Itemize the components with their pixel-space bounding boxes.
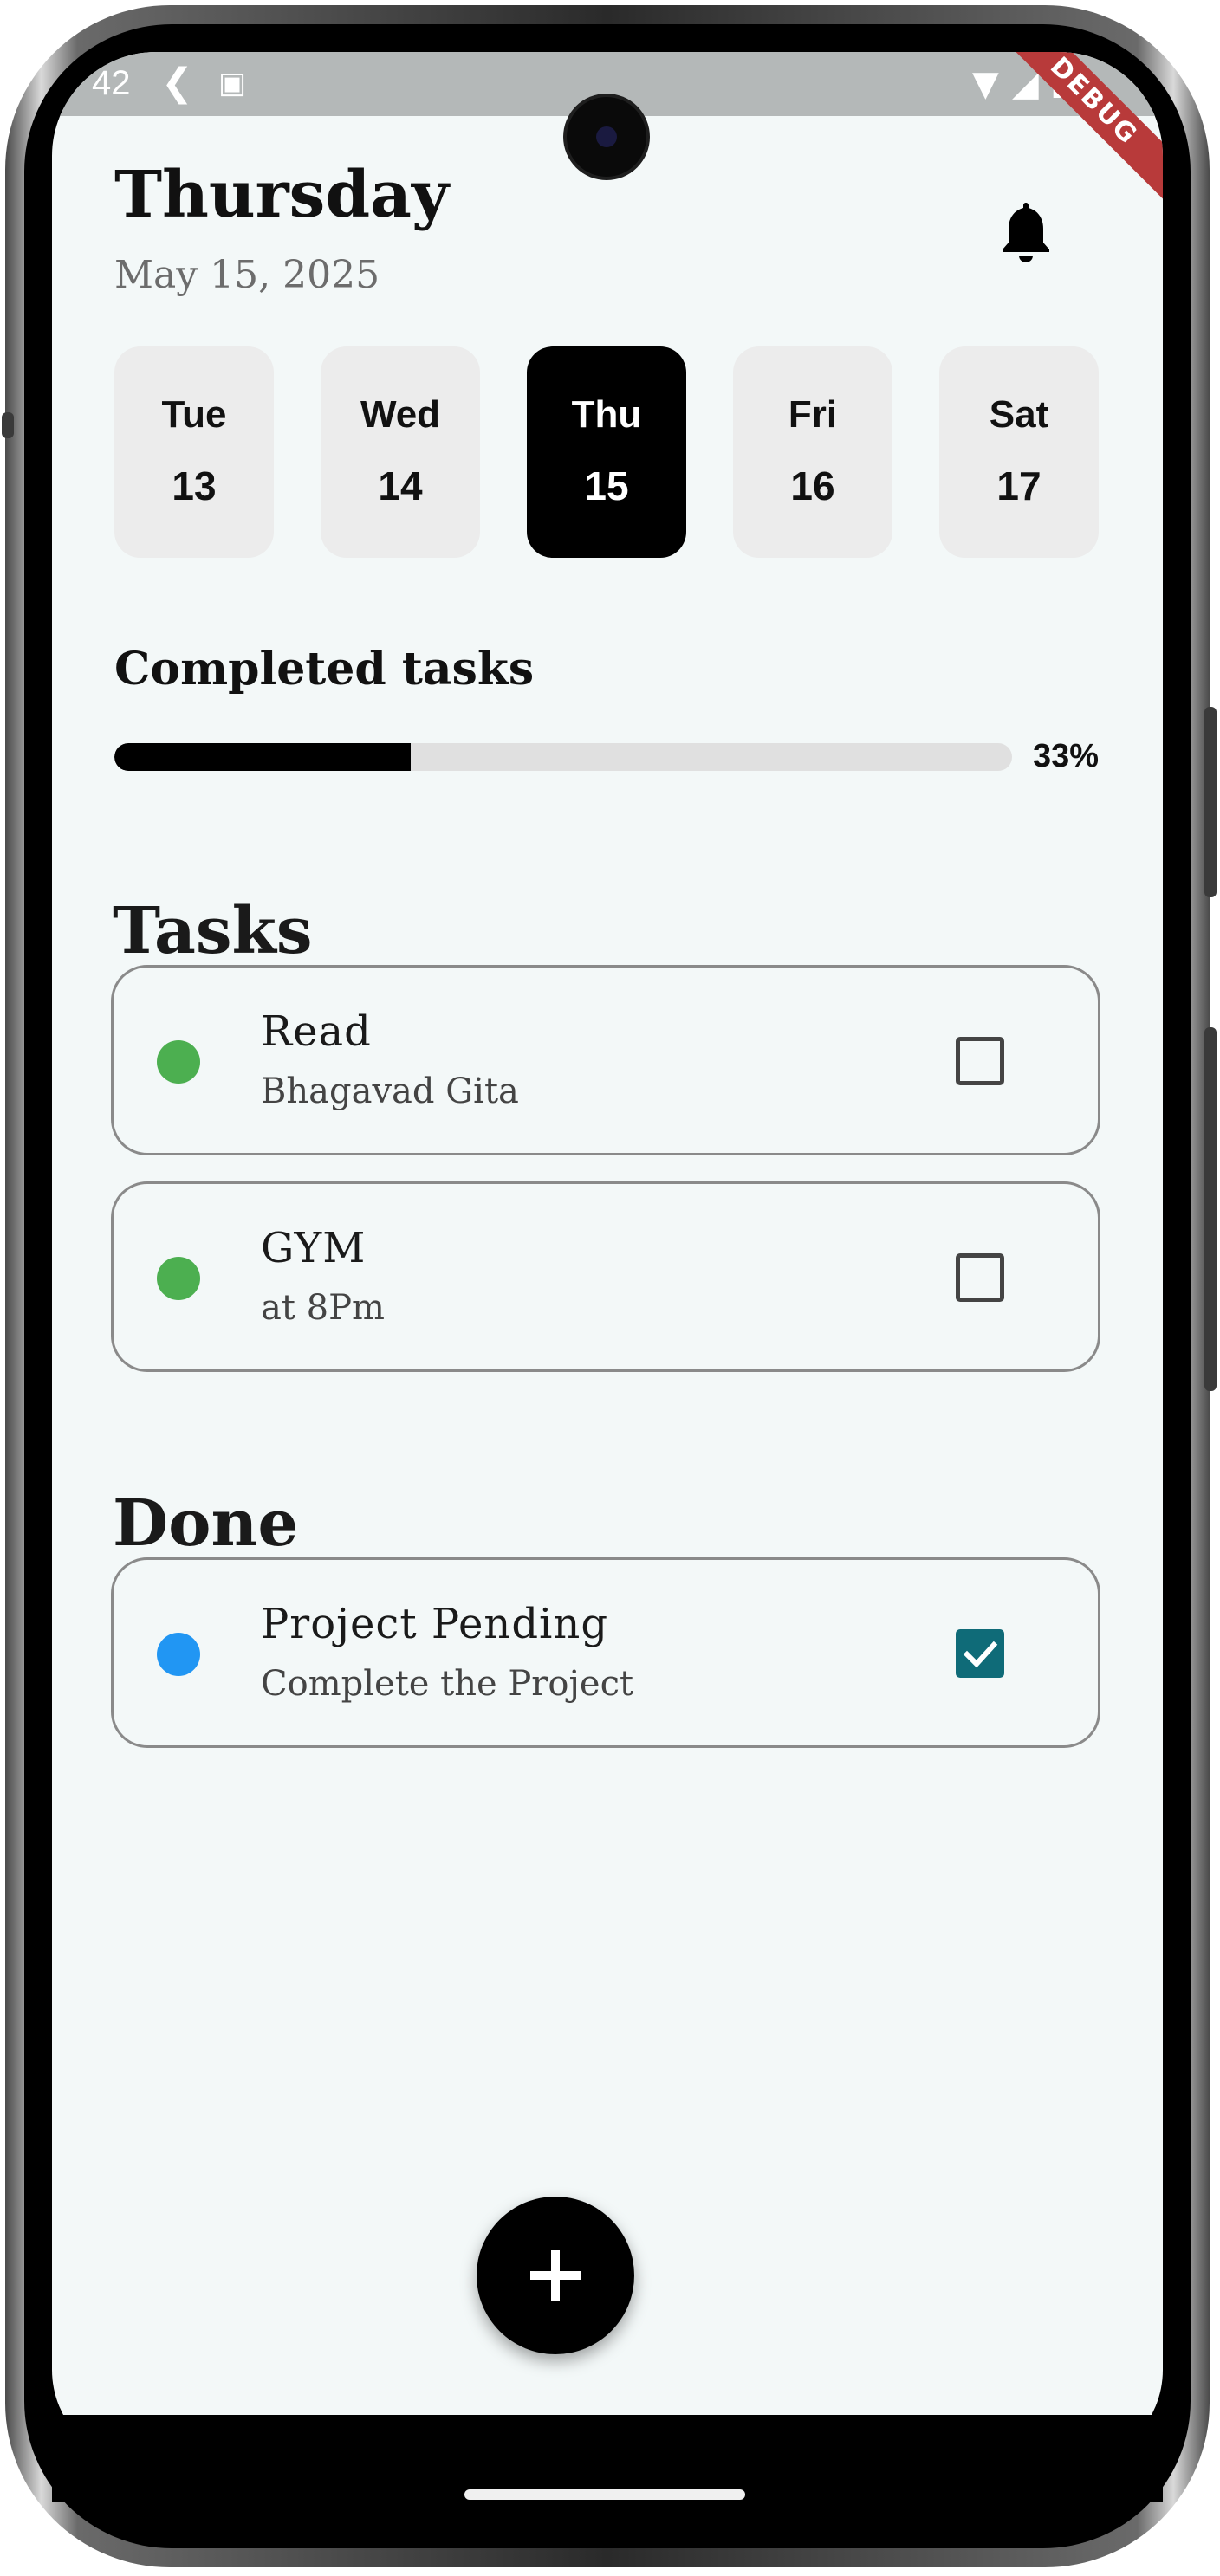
- day-number: 16: [790, 463, 835, 508]
- progress-bar: [114, 743, 1012, 771]
- day-thu[interactable]: Thu 15: [527, 346, 686, 558]
- done-heading: Done: [113, 1486, 299, 1561]
- task-subtitle: Complete the Project: [261, 1664, 634, 1704]
- app-screen: 42 ❮ ▣ ▼ ◢ ▮ DEBUG Thursday May 15, 2025…: [52, 52, 1163, 2465]
- volume-button: [1204, 707, 1217, 897]
- status-time: 42: [92, 64, 131, 102]
- day-selector: Tue 13 Wed 14 Thu 15 Fri 16 Sat 17: [114, 346, 1102, 558]
- page-title: Thursday: [114, 158, 450, 232]
- task-card[interactable]: Read Bhagavad Gita: [111, 965, 1100, 1155]
- day-name: Thu: [571, 393, 642, 436]
- task-checkbox[interactable]: [956, 1037, 1004, 1085]
- status-dot: [157, 1633, 200, 1676]
- task-checkbox[interactable]: [956, 1629, 1004, 1678]
- day-fri[interactable]: Fri 16: [733, 346, 892, 558]
- check-icon: [963, 1641, 998, 1668]
- day-name: Fri: [788, 393, 838, 436]
- progress-fill: [114, 743, 411, 771]
- plus-icon: [530, 2250, 581, 2301]
- day-number: 14: [378, 463, 423, 508]
- day-number: 15: [584, 463, 629, 508]
- home-indicator[interactable]: [464, 2489, 745, 2500]
- task-title: GYM: [261, 1224, 367, 1272]
- task-checkbox[interactable]: [956, 1253, 1004, 1302]
- day-name: Sat: [989, 393, 1049, 436]
- notification-icon: ▣: [218, 66, 247, 100]
- add-task-button[interactable]: [477, 2197, 634, 2354]
- status-dot: [157, 1040, 200, 1084]
- day-number: 13: [172, 463, 217, 508]
- task-title: Read: [261, 1007, 372, 1056]
- done-card[interactable]: Project Pending Complete the Project: [111, 1557, 1100, 1748]
- system-nav-bar: [52, 2415, 1163, 2502]
- camera-cutout: [567, 97, 646, 177]
- side-button: [2, 412, 14, 438]
- task-card[interactable]: GYM at 8Pm: [111, 1181, 1100, 1372]
- day-tue[interactable]: Tue 13: [114, 346, 274, 558]
- flutter-icon: ❮: [161, 61, 193, 105]
- day-number: 17: [996, 463, 1042, 508]
- day-name: Tue: [161, 393, 227, 436]
- day-name: Wed: [360, 393, 441, 436]
- wifi-icon: ▼: [972, 64, 999, 104]
- progress-label: Completed tasks: [114, 643, 535, 696]
- day-sat[interactable]: Sat 17: [939, 346, 1099, 558]
- day-wed[interactable]: Wed 14: [321, 346, 480, 558]
- bell-icon[interactable]: [1000, 197, 1052, 263]
- power-button: [1204, 1027, 1217, 1391]
- task-title: Project Pending: [261, 1600, 609, 1648]
- task-subtitle: at 8Pm: [261, 1288, 385, 1328]
- status-dot: [157, 1257, 200, 1300]
- progress-percent: 33%: [1033, 738, 1100, 774]
- tasks-heading: Tasks: [113, 894, 313, 968]
- task-subtitle: Bhagavad Gita: [261, 1071, 519, 1111]
- page-date: May 15, 2025: [114, 253, 380, 297]
